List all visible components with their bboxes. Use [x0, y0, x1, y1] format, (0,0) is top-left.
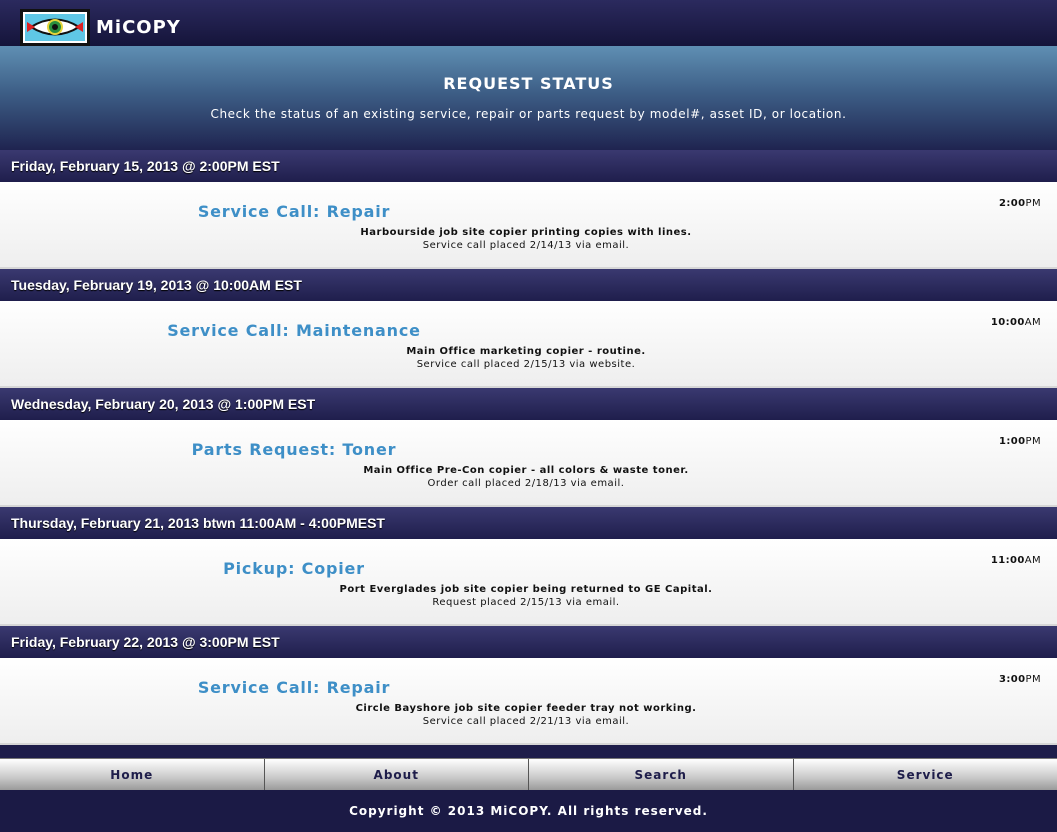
page-title: REQUEST STATUS [443, 74, 614, 93]
request-time-value: 11:00 [990, 555, 1025, 566]
request-group: Tuesday, February 19, 2013 @ 10:00AM EST… [0, 269, 1057, 388]
request-title[interactable]: Parts Request: Toner [0, 440, 588, 459]
request-time: 3:00PM [999, 674, 1041, 685]
request-list: Friday, February 15, 2013 @ 2:00PM EST S… [0, 150, 1057, 745]
request-time-ampm: AM [1024, 555, 1041, 566]
request-time-value: 10:00 [990, 317, 1025, 328]
brand-name: MiCOPY [96, 17, 181, 38]
nav-home[interactable]: Home [0, 759, 265, 790]
request-group: Wednesday, February 20, 2013 @ 1:00PM ES… [0, 388, 1057, 507]
request-time-ampm: AM [1024, 317, 1041, 328]
request-title[interactable]: Service Call: Repair [0, 678, 588, 697]
request-group: Thursday, February 21, 2013 btwn 11:00AM… [0, 507, 1057, 626]
request-date-bar: Friday, February 22, 2013 @ 3:00PM EST [0, 626, 1057, 658]
request-title[interactable]: Pickup: Copier [0, 559, 588, 578]
request-note: Order call placed 2/18/13 via email. [427, 478, 625, 489]
request-time-ampm: PM [1025, 436, 1041, 447]
request-description: Main Office marketing copier - routine. [406, 346, 646, 357]
request-card[interactable]: Pickup: Copier Port Everglades job site … [0, 539, 1057, 626]
request-group: Friday, February 22, 2013 @ 3:00PM EST S… [0, 626, 1057, 745]
request-time-value: 1:00 [999, 436, 1026, 447]
request-time: 10:00AM [991, 317, 1041, 328]
page-subtitle: Check the status of an existing service,… [210, 107, 847, 121]
request-time-ampm: PM [1025, 198, 1041, 209]
request-card[interactable]: Service Call: Maintenance Main Office ma… [0, 301, 1057, 388]
request-note: Service call placed 2/15/13 via website. [416, 359, 636, 370]
nav-search[interactable]: Search [529, 759, 794, 790]
request-date-bar: Friday, February 15, 2013 @ 2:00PM EST [0, 150, 1057, 182]
request-card[interactable]: Service Call: Repair Circle Bayshore job… [0, 658, 1057, 745]
request-time-value: 3:00 [999, 674, 1026, 685]
request-date-bar: Wednesday, February 20, 2013 @ 1:00PM ES… [0, 388, 1057, 420]
request-description: Main Office Pre-Con copier - all colors … [363, 465, 689, 476]
nav-about[interactable]: About [265, 759, 529, 790]
eye-logo-icon [23, 12, 87, 43]
page-hero: REQUEST STATUS Check the status of an ex… [0, 46, 1057, 150]
request-description: Port Everglades job site copier being re… [339, 584, 713, 595]
request-date-bar: Thursday, February 21, 2013 btwn 11:00AM… [0, 507, 1057, 539]
request-title[interactable]: Service Call: Maintenance [0, 321, 588, 340]
request-note: Service call placed 2/21/13 via email. [422, 716, 630, 727]
request-time: 1:00PM [999, 436, 1041, 447]
request-note: Service call placed 2/14/13 via email. [422, 240, 630, 251]
request-note: Request placed 2/15/13 via email. [432, 597, 620, 608]
request-group: Friday, February 15, 2013 @ 2:00PM EST S… [0, 150, 1057, 269]
request-title[interactable]: Service Call: Repair [0, 202, 588, 221]
request-time-ampm: PM [1025, 674, 1041, 685]
top-header: MiCOPY [0, 0, 1057, 46]
request-description: Circle Bayshore job site copier feeder t… [355, 703, 697, 714]
request-description: Harbourside job site copier printing cop… [360, 227, 692, 238]
request-card[interactable]: Service Call: Repair Harbourside job sit… [0, 182, 1057, 269]
request-date-bar: Tuesday, February 19, 2013 @ 10:00AM EST [0, 269, 1057, 301]
bottom-nav: Home About Search Service [0, 758, 1057, 790]
request-time-value: 2:00 [999, 198, 1026, 209]
request-time: 11:00AM [991, 555, 1041, 566]
request-time: 2:00PM [999, 198, 1041, 209]
logo[interactable] [20, 9, 90, 46]
request-card[interactable]: Parts Request: Toner Main Office Pre-Con… [0, 420, 1057, 507]
nav-service[interactable]: Service [794, 759, 1057, 790]
footer-copyright: Copyright © 2013 MiCOPY. All rights rese… [0, 790, 1057, 832]
